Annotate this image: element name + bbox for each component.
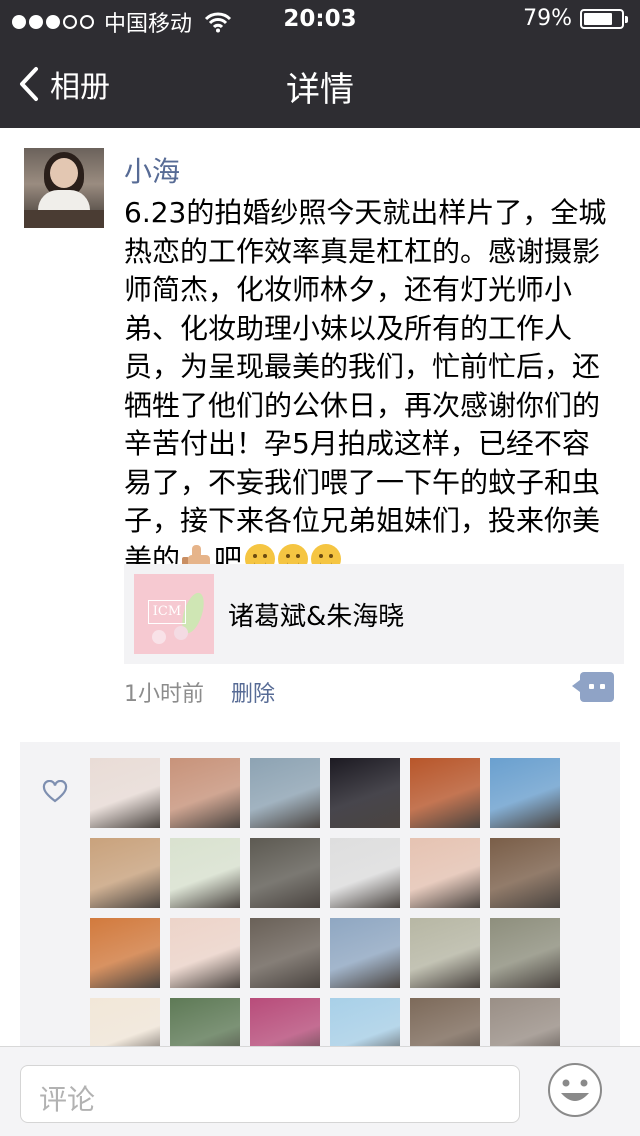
liker-avatar[interactable]: [170, 838, 240, 908]
liker-avatar[interactable]: [250, 838, 320, 908]
liker-avatar[interactable]: [90, 918, 160, 988]
liker-avatar[interactable]: [90, 838, 160, 908]
post-meta: 1小时前 删除: [124, 672, 614, 707]
liker-avatar[interactable]: [410, 758, 480, 828]
comment-input[interactable]: 评论: [20, 1065, 520, 1123]
liker-avatar[interactable]: [250, 998, 320, 1052]
post-time: 1小时前: [124, 682, 204, 707]
link-thumbnail: ICM: [134, 574, 214, 654]
liker-avatar[interactable]: [250, 758, 320, 828]
smiley-face-icon[interactable]: [546, 1061, 604, 1119]
liker-avatar[interactable]: [170, 758, 240, 828]
likes-panel: [20, 742, 620, 1052]
battery-percent: 79%: [523, 6, 572, 31]
liker-avatar[interactable]: [250, 918, 320, 988]
heart-outline-icon: [42, 780, 68, 803]
link-title: 诸葛斌&朱海晓: [228, 601, 405, 632]
liker-avatar[interactable]: [410, 918, 480, 988]
liker-avatar[interactable]: [490, 758, 560, 828]
liker-avatar[interactable]: [330, 758, 400, 828]
battery-icon: [580, 8, 628, 29]
nav-bar: 相册 详情: [0, 40, 640, 128]
shared-link-card[interactable]: ICM 诸葛斌&朱海晓: [124, 564, 624, 664]
liker-avatar[interactable]: [330, 998, 400, 1052]
avatar[interactable]: [24, 148, 104, 228]
post-text: 6.23的拍婚纱照今天就出样片了，全城热恋的工作效率真是杠杠的。感谢摄影师简杰，…: [124, 194, 610, 579]
status-right: 79%: [523, 6, 628, 31]
post-text-body: 6.23的拍婚纱照今天就出样片了，全城热恋的工作效率真是杠杠的。感谢摄影师简杰，…: [124, 196, 607, 576]
liker-avatar[interactable]: [170, 998, 240, 1052]
top-bar: 中国移动 20:03 79% 相册 详情: [0, 0, 640, 128]
liker-avatar[interactable]: [410, 998, 480, 1052]
liker-avatar[interactable]: [330, 918, 400, 988]
liker-avatar[interactable]: [330, 838, 400, 908]
liker-avatar[interactable]: [490, 998, 560, 1052]
comment-options-button[interactable]: [572, 672, 614, 702]
comment-bar: 评论: [0, 1046, 640, 1136]
liker-avatar[interactable]: [90, 758, 160, 828]
page-title: 详情: [286, 70, 354, 110]
logo-mark: ICM: [148, 600, 186, 624]
liker-avatar[interactable]: [410, 838, 480, 908]
delete-button[interactable]: 删除: [231, 682, 275, 707]
liker-avatar[interactable]: [490, 918, 560, 988]
username[interactable]: 小海: [124, 150, 180, 190]
liker-avatar[interactable]: [90, 998, 160, 1052]
liker-avatar[interactable]: [490, 838, 560, 908]
liker-avatar[interactable]: [170, 918, 240, 988]
status-bar: 中国移动 20:03 79%: [0, 0, 640, 40]
